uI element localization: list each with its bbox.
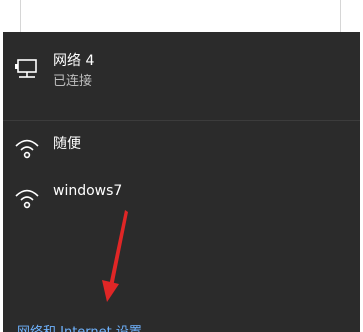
- wifi-signal-icon: [13, 184, 41, 212]
- window-border-left: [20, 0, 21, 34]
- network-item-connected[interactable]: 网络 4 已连接: [3, 46, 360, 102]
- network-settings-link[interactable]: 网络和 Internet 设置: [17, 321, 142, 332]
- network-flyout: 网络 4 已连接 随便 windows7 网络和 Internet 设置: [3, 32, 360, 332]
- divider: [3, 120, 360, 121]
- wifi-signal-icon: [13, 134, 41, 162]
- wifi-network-name: windows7: [53, 183, 123, 199]
- network-status: 已连接: [53, 74, 93, 89]
- wired-ethernet-icon: [13, 56, 41, 84]
- window-border-right: [340, 0, 341, 34]
- wifi-network-item[interactable]: 随便: [3, 128, 360, 164]
- network-name: 网络 4: [53, 53, 95, 69]
- wifi-network-name: 随便: [53, 136, 81, 152]
- wifi-network-item[interactable]: windows7: [3, 178, 360, 214]
